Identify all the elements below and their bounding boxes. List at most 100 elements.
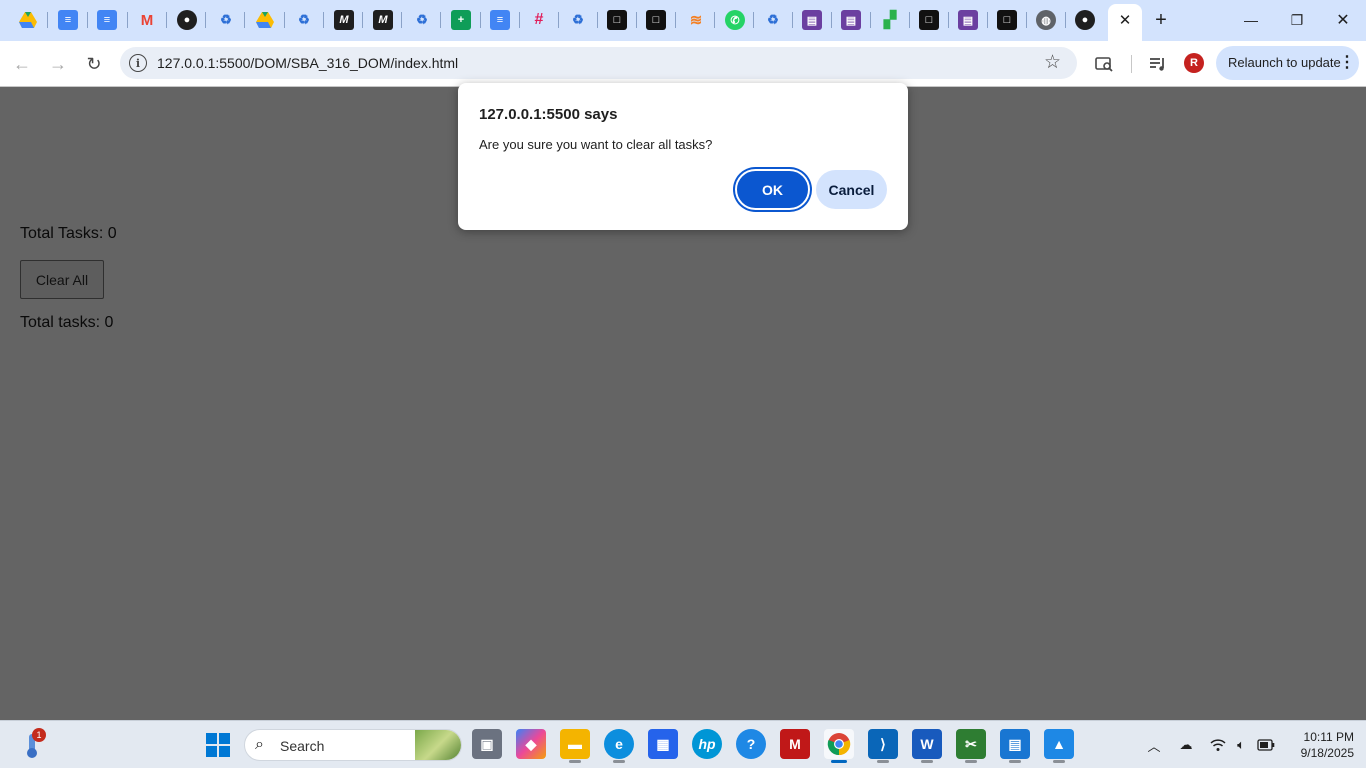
toolbar-divider bbox=[1131, 55, 1132, 73]
browser-menu-icon[interactable]: ⋮ bbox=[1339, 52, 1355, 72]
tab-separator bbox=[166, 12, 167, 28]
tab-separator bbox=[597, 12, 598, 28]
help-icon[interactable]: ? bbox=[736, 729, 766, 759]
dialog-title: 127.0.0.1:5500 says bbox=[479, 106, 618, 123]
relaunch-to-update-button[interactable]: Relaunch to update ⋮ bbox=[1216, 46, 1359, 80]
search-highlight-image bbox=[415, 730, 461, 760]
taskbar: 1 ⌕ Search ▣ ◆ ▬ e ▦ hp ? M ⟩ W ✂ ▤ ▲ ︿ … bbox=[0, 720, 1366, 768]
tab-separator bbox=[675, 12, 676, 28]
photos-icon[interactable]: ▲ bbox=[1044, 729, 1074, 763]
notepad-icon[interactable]: ▤ bbox=[1000, 729, 1030, 763]
hp-icon[interactable]: hp bbox=[692, 729, 722, 759]
wifi-icon[interactable] bbox=[1208, 735, 1228, 755]
back-icon[interactable]: ← bbox=[9, 51, 35, 77]
tab-separator bbox=[205, 12, 206, 28]
battery-icon[interactable] bbox=[1256, 735, 1276, 755]
chevron-up-icon[interactable]: ︿ bbox=[1144, 735, 1164, 755]
google-sheets-tab-icon[interactable]: + bbox=[451, 10, 471, 30]
tab-strip: ≡ ≡ M ● ♻ ♻ M M ♻ + ≡ # ♻ □ □ ≋ ✆ ♻ ▤ ▤ … bbox=[0, 0, 1366, 41]
slack-tab-icon[interactable]: # bbox=[529, 10, 549, 30]
tab-separator bbox=[87, 12, 88, 28]
medium-tab-icon[interactable]: M bbox=[334, 10, 354, 30]
address-bar[interactable]: i 127.0.0.1:5500/DOM/SBA_316_DOM/index.h… bbox=[120, 47, 1077, 79]
total-tasks-heading: Total Tasks: 0 bbox=[20, 225, 117, 242]
tab-separator bbox=[558, 12, 559, 28]
whatsapp-tab-icon[interactable]: ✆ bbox=[725, 10, 745, 30]
tab-separator bbox=[1065, 12, 1066, 28]
tab-separator bbox=[47, 12, 48, 28]
tab-separator bbox=[948, 12, 949, 28]
cancel-button[interactable]: Cancel bbox=[816, 170, 887, 209]
github-tab-icon[interactable]: ● bbox=[1075, 10, 1095, 30]
volume-icon[interactable]: 🔈︎ bbox=[1231, 735, 1251, 755]
onedrive-offline-icon[interactable]: ☁ bbox=[1176, 735, 1196, 755]
media-control-icon[interactable] bbox=[1147, 53, 1169, 75]
image-tab-icon[interactable]: ▤ bbox=[958, 10, 978, 30]
microsoft-store-icon[interactable]: ▦ bbox=[648, 729, 678, 759]
learning-site-tab-icon[interactable]: ♻ bbox=[216, 10, 236, 30]
learning-site-tab-icon[interactable]: ♻ bbox=[412, 10, 432, 30]
snipping-tool-icon[interactable]: ✂ bbox=[956, 729, 986, 763]
tab-separator bbox=[792, 12, 793, 28]
tab-separator bbox=[480, 12, 481, 28]
tab-separator bbox=[714, 12, 715, 28]
tab-separator bbox=[987, 12, 988, 28]
taskbar-search[interactable]: ⌕ Search bbox=[244, 729, 462, 761]
clear-all-button[interactable]: Clear All bbox=[20, 260, 104, 299]
learning-site-tab-icon[interactable]: ♻ bbox=[763, 10, 783, 30]
tab-separator bbox=[870, 12, 871, 28]
globe-tab-icon[interactable]: ◍ bbox=[1036, 10, 1056, 30]
bookmark-star-icon[interactable]: ☆ bbox=[1044, 51, 1061, 74]
clock-date: 9/18/2025 bbox=[1300, 746, 1354, 760]
puzzle-tab-icon[interactable]: ▞ bbox=[880, 10, 900, 30]
maximize-icon[interactable]: ❐ bbox=[1282, 6, 1312, 34]
tab-search-icon[interactable] bbox=[1093, 53, 1115, 75]
chrome-icon[interactable] bbox=[824, 729, 854, 763]
relaunch-label: Relaunch to update bbox=[1228, 55, 1341, 70]
reload-icon[interactable]: ↻ bbox=[81, 51, 107, 77]
task-view-icon[interactable]: ▣ bbox=[472, 729, 502, 759]
tab-separator bbox=[401, 12, 402, 28]
gmail-tab-icon[interactable]: M bbox=[137, 10, 157, 30]
confirm-dialog: 127.0.0.1:5500 says Are you sure you wan… bbox=[458, 83, 908, 230]
google-docs-tab-icon[interactable]: ≡ bbox=[490, 10, 510, 30]
forward-icon[interactable]: → bbox=[45, 51, 71, 77]
close-window-icon[interactable]: ✕ bbox=[1328, 6, 1358, 34]
file-explorer-icon[interactable]: ▬ bbox=[560, 729, 590, 763]
copilot-icon[interactable]: ◆ bbox=[516, 729, 546, 759]
close-tab-icon[interactable]: ✕ bbox=[1116, 10, 1134, 30]
learning-site-tab-icon[interactable]: ♻ bbox=[294, 10, 314, 30]
google-docs-tab-icon[interactable]: ≡ bbox=[97, 10, 117, 30]
dark-square-tab-icon[interactable]: □ bbox=[646, 10, 666, 30]
google-drive-tab-icon[interactable] bbox=[18, 10, 38, 30]
vscode-icon[interactable]: ⟩ bbox=[868, 729, 898, 763]
mcafee-icon[interactable]: M bbox=[780, 729, 810, 759]
url-text[interactable]: 127.0.0.1:5500/DOM/SBA_316_DOM/index.htm… bbox=[157, 55, 458, 71]
tab-separator bbox=[244, 12, 245, 28]
profile-avatar[interactable]: R bbox=[1184, 53, 1204, 73]
image-tab-icon[interactable]: ▤ bbox=[802, 10, 822, 30]
dark-square-tab-icon[interactable]: □ bbox=[607, 10, 627, 30]
new-tab-button[interactable]: + bbox=[1150, 9, 1172, 31]
tab-separator bbox=[753, 12, 754, 28]
ok-button[interactable]: OK bbox=[735, 169, 810, 210]
medium-tab-icon[interactable]: M bbox=[373, 10, 393, 30]
github-tab-icon[interactable]: ● bbox=[177, 10, 197, 30]
word-icon[interactable]: W bbox=[912, 729, 942, 763]
tab-separator bbox=[440, 12, 441, 28]
system-clock[interactable]: 10:11 PM 9/18/2025 bbox=[1284, 729, 1354, 761]
dark-square-tab-icon[interactable]: □ bbox=[997, 10, 1017, 30]
google-drive-tab-icon[interactable] bbox=[255, 10, 275, 30]
dark-square-tab-icon[interactable]: □ bbox=[919, 10, 939, 30]
learning-site-tab-icon[interactable]: ♻ bbox=[568, 10, 588, 30]
image-tab-icon[interactable]: ▤ bbox=[841, 10, 861, 30]
tab-separator bbox=[636, 12, 637, 28]
start-windows-icon[interactable] bbox=[206, 733, 230, 757]
site-info-icon[interactable]: i bbox=[129, 54, 147, 72]
stack-overflow-tab-icon[interactable]: ≋ bbox=[686, 10, 706, 30]
tab-separator bbox=[362, 12, 363, 28]
minimize-icon[interactable]: — bbox=[1236, 6, 1266, 34]
tab-separator bbox=[284, 12, 285, 28]
edge-icon[interactable]: e bbox=[604, 729, 634, 763]
google-docs-tab-icon[interactable]: ≡ bbox=[58, 10, 78, 30]
